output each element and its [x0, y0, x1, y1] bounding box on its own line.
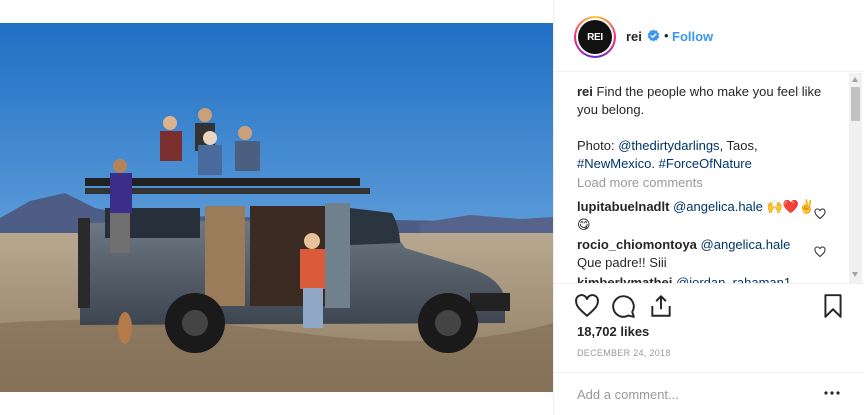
- post-image: [0, 23, 553, 392]
- post-caption: rei Find the people who make you feel li…: [577, 83, 827, 173]
- avatar-logo-text: REI: [587, 31, 603, 43]
- comment-item: rocio_chiomontoya @angelica.hale Que padr…: [577, 236, 822, 272]
- post-header: REI rei • Follow: [554, 0, 864, 72]
- heart-icon[interactable]: [574, 293, 600, 319]
- more-icon[interactable]: [824, 391, 840, 395]
- post-date[interactable]: DECEMBER 24, 2018: [577, 348, 671, 358]
- scroll-thumb[interactable]: [851, 87, 860, 121]
- post-actions: 18,702 likes DECEMBER 24, 2018: [554, 283, 864, 373]
- comment-item: lupitabuelnadlt @angelica.hale 🙌❤️✌️😋: [577, 198, 822, 234]
- post-photo[interactable]: [0, 23, 553, 392]
- comment-item: kimberlymathei @jordan_rahaman1: [577, 274, 822, 283]
- photo-credit-link[interactable]: @thedirtydarlings: [618, 138, 719, 153]
- hashtag-separator: .: [651, 156, 659, 171]
- comment-mention[interactable]: @jordan_rahaman1: [676, 275, 791, 283]
- comment-like-icon[interactable]: [814, 246, 826, 258]
- comment-text: Que padre!! Siii: [577, 255, 667, 270]
- scroll-up-arrow-icon[interactable]: [852, 77, 858, 82]
- username-link[interactable]: rei: [626, 29, 642, 44]
- avatar-logo: REI: [578, 20, 612, 54]
- hashtag-newmexico[interactable]: #NewMexico: [577, 156, 651, 171]
- comment-icon[interactable]: [610, 293, 636, 319]
- post-sidebar: REI rei • Follow rei Find the people who…: [553, 0, 864, 415]
- comment-username[interactable]: rocio_chiomontoya: [577, 237, 697, 252]
- comment-mention[interactable]: @angelica.hale: [701, 237, 791, 252]
- avatar[interactable]: REI: [574, 16, 616, 58]
- photo-place: , Taos,: [719, 138, 758, 153]
- comment-username[interactable]: lupitabuelnadlt: [577, 199, 669, 214]
- add-comment-bar: [554, 372, 864, 415]
- add-comment-input[interactable]: [577, 384, 807, 404]
- bookmark-icon[interactable]: [820, 293, 846, 319]
- comment-like-icon[interactable]: [814, 208, 826, 220]
- separator-dot: •: [664, 28, 669, 43]
- comment-username[interactable]: kimberlymathei: [577, 275, 672, 283]
- share-icon[interactable]: [648, 293, 674, 319]
- verified-badge-icon: [647, 29, 660, 42]
- follow-button[interactable]: Follow: [672, 29, 713, 44]
- comments-list[interactable]: rei Find the people who make you feel li…: [554, 73, 864, 283]
- hashtag-forceofnature[interactable]: #ForceOfNature: [659, 156, 752, 171]
- caption-text: Find the people who make you feel like y…: [577, 84, 822, 117]
- likes-count[interactable]: 18,702 likes: [577, 324, 649, 339]
- photo-credit-prefix: Photo:: [577, 138, 619, 153]
- caption-username[interactable]: rei: [577, 84, 593, 99]
- comment-mention[interactable]: @angelica.hale: [673, 199, 763, 214]
- load-more-comments-button[interactable]: Load more comments: [577, 175, 703, 190]
- scroll-down-arrow-icon[interactable]: [852, 272, 858, 277]
- comments-scrollbar[interactable]: [849, 73, 862, 283]
